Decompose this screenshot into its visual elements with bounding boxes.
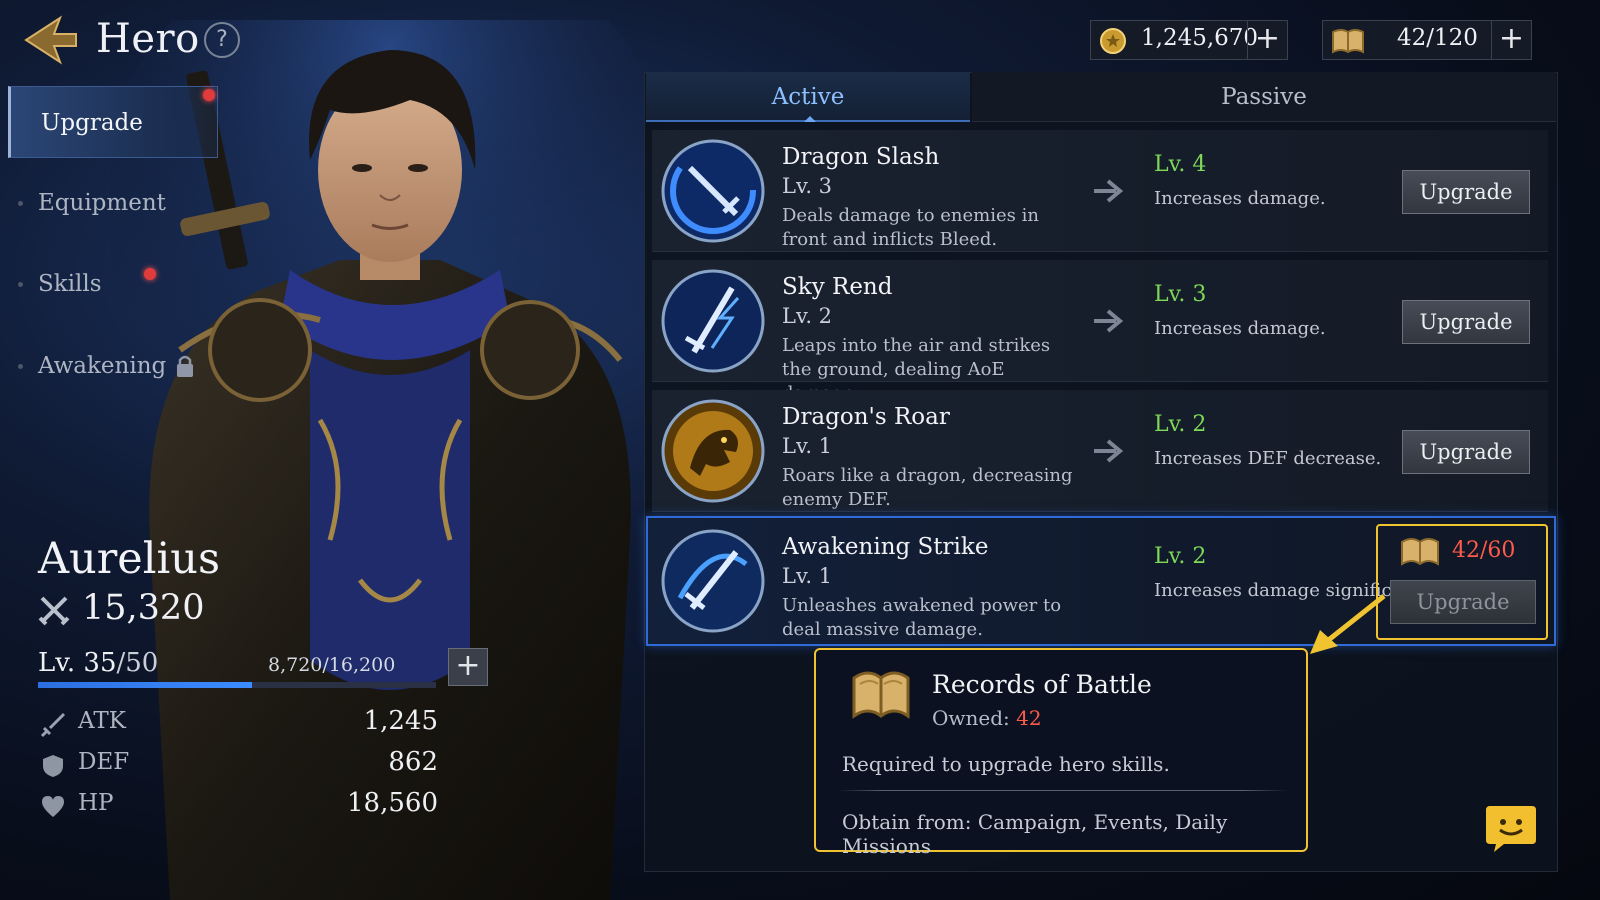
divider bbox=[838, 790, 1288, 791]
combat-power: 15,320 bbox=[82, 588, 205, 628]
sidebar-item-upgrade[interactable]: Upgrade bbox=[8, 86, 218, 158]
help-icon[interactable]: ? bbox=[204, 22, 240, 58]
skill-name: Dragon Slash bbox=[782, 144, 940, 170]
sidebar-item-skills[interactable]: Skills bbox=[8, 248, 218, 320]
tooltip-title: Records of Battle bbox=[932, 670, 1152, 699]
tab-passive[interactable]: Passive bbox=[972, 72, 1556, 122]
tooltip-owned: Owned: 42 bbox=[932, 706, 1042, 730]
stat-row-def: DEF 862 bbox=[38, 747, 438, 783]
book-icon bbox=[852, 671, 910, 719]
item-tooltip: Records of Battle Owned: 42 Required to … bbox=[814, 648, 1308, 858]
upgrade-button[interactable]: Upgrade bbox=[1402, 300, 1530, 344]
skill-level: Lv. 2 bbox=[782, 304, 833, 328]
tooltip-description: Required to upgrade hero skills. bbox=[842, 752, 1170, 776]
add-exp-button[interactable]: + bbox=[448, 648, 488, 686]
next-level-description: Increases damage. bbox=[1154, 188, 1326, 209]
add-gold-button[interactable]: + bbox=[1247, 21, 1287, 59]
sidebar-item-awakening[interactable]: Awakening bbox=[8, 330, 218, 402]
skill-description: Roars like a dragon, decreasing enemy DE… bbox=[782, 465, 1073, 510]
stat-value: 1,245 bbox=[363, 706, 438, 736]
next-level: Lv. 4 bbox=[1154, 152, 1207, 177]
hero-level: Lv. 35/50 bbox=[38, 648, 158, 678]
book-currency: 42/120 + bbox=[1322, 20, 1532, 60]
level-max: /50 bbox=[116, 648, 159, 678]
crossed-swords-icon bbox=[38, 596, 70, 626]
hero-screen: Hero ? Upgrade Equipment Skills Awakenin… bbox=[0, 0, 1600, 900]
nav-bullet bbox=[18, 364, 23, 369]
nav-bullet bbox=[18, 201, 23, 206]
add-book-button[interactable]: + bbox=[1491, 21, 1531, 59]
skill-row-dragons-roar[interactable]: Dragon's Roar Lv. 1 Roars like a dragon,… bbox=[652, 390, 1548, 512]
gold-amount: 1,245,670 bbox=[1141, 25, 1259, 51]
skill-level: Lv. 1 bbox=[782, 434, 833, 458]
level-current: Lv. 35 bbox=[38, 648, 117, 678]
lock-icon bbox=[177, 355, 193, 377]
blue-slash-icon bbox=[661, 139, 765, 243]
next-level: Lv. 2 bbox=[1154, 544, 1207, 569]
upgrade-button[interactable]: Upgrade bbox=[1402, 170, 1530, 214]
book-icon bbox=[1332, 29, 1364, 54]
sidebar-item-equipment[interactable]: Equipment bbox=[8, 167, 218, 239]
stat-row-atk: ATK 1,245 bbox=[38, 706, 438, 742]
skill-name: Dragon's Roar bbox=[782, 404, 950, 430]
skill-description: Deals damage to enemies in front and inf… bbox=[782, 205, 1039, 250]
page-title: Hero bbox=[96, 16, 200, 62]
stat-row-hp: HP 18,560 bbox=[38, 788, 438, 824]
skill-name: Awakening Strike bbox=[782, 534, 989, 560]
stat-label: HP bbox=[78, 790, 114, 816]
sword-icon bbox=[40, 712, 66, 738]
skill-name: Sky Rend bbox=[782, 274, 893, 300]
tooltip-obtain: Obtain from: Campaign, Events, Daily Mis… bbox=[842, 810, 1228, 858]
tab-active[interactable]: Active bbox=[646, 72, 970, 122]
sidebar-item-label: Upgrade bbox=[41, 110, 143, 136]
exp-text: 8,720/16,200 bbox=[268, 654, 396, 676]
heart-icon bbox=[42, 796, 64, 817]
pointer-arrow-icon bbox=[1310, 594, 1386, 654]
next-level-description: Increases damage. bbox=[1154, 318, 1326, 339]
owned-label: Owned: bbox=[932, 706, 1010, 730]
gold-coin-icon bbox=[1100, 28, 1126, 54]
notification-dot bbox=[203, 89, 215, 101]
tab-caret-icon bbox=[804, 116, 816, 122]
awakening-sword-icon bbox=[661, 529, 765, 633]
arrow-right-icon bbox=[1094, 309, 1124, 333]
sidebar-item-label: Awakening bbox=[38, 353, 167, 379]
sidebar-item-label: Skills bbox=[38, 271, 102, 297]
lightning-sword-icon bbox=[661, 269, 765, 373]
skill-level: Lv. 3 bbox=[782, 174, 833, 198]
exp-bar-fill bbox=[38, 682, 253, 688]
book-icon bbox=[1401, 538, 1439, 566]
skill-row-dragon-slash[interactable]: Dragon Slash Lv. 3 Deals damage to enemi… bbox=[652, 130, 1548, 252]
owned-value: 42 bbox=[1016, 706, 1042, 730]
arrow-right-icon bbox=[1094, 179, 1124, 203]
upgrade-cost-box: 42/60 Upgrade bbox=[1376, 524, 1548, 640]
dragon-head-icon bbox=[661, 399, 765, 503]
book-amount: 42/120 bbox=[1397, 25, 1478, 51]
nav-bullet bbox=[18, 282, 23, 287]
back-arrow-icon[interactable] bbox=[20, 12, 80, 68]
next-level: Lv. 3 bbox=[1154, 282, 1207, 307]
upgrade-button-disabled[interactable]: Upgrade bbox=[1390, 580, 1536, 624]
exp-bar bbox=[38, 682, 436, 688]
skill-row-sky-rend[interactable]: Sky Rend Lv. 2 Leaps into the air and st… bbox=[652, 260, 1548, 404]
skill-level: Lv. 1 bbox=[782, 564, 833, 588]
stat-label: ATK bbox=[78, 708, 126, 734]
chat-icon[interactable] bbox=[1484, 804, 1538, 854]
gold-currency: 1,245,670 + bbox=[1090, 20, 1288, 60]
upgrade-cost: 42/60 bbox=[1452, 538, 1516, 563]
next-level: Lv. 2 bbox=[1154, 412, 1207, 437]
stat-value: 862 bbox=[388, 747, 438, 777]
sidebar-item-label: Equipment bbox=[38, 190, 166, 216]
upgrade-button[interactable]: Upgrade bbox=[1402, 430, 1530, 474]
arrow-right-icon bbox=[1094, 439, 1124, 463]
hero-name: Aurelius bbox=[38, 534, 221, 584]
stat-value: 18,560 bbox=[347, 788, 438, 818]
shield-icon bbox=[43, 755, 63, 777]
notification-dot bbox=[144, 268, 156, 280]
next-level-description: Increases DEF decrease. bbox=[1154, 448, 1382, 469]
stat-label: DEF bbox=[78, 749, 130, 775]
skill-description: Unleashes awakened power to deal massive… bbox=[782, 595, 1062, 640]
